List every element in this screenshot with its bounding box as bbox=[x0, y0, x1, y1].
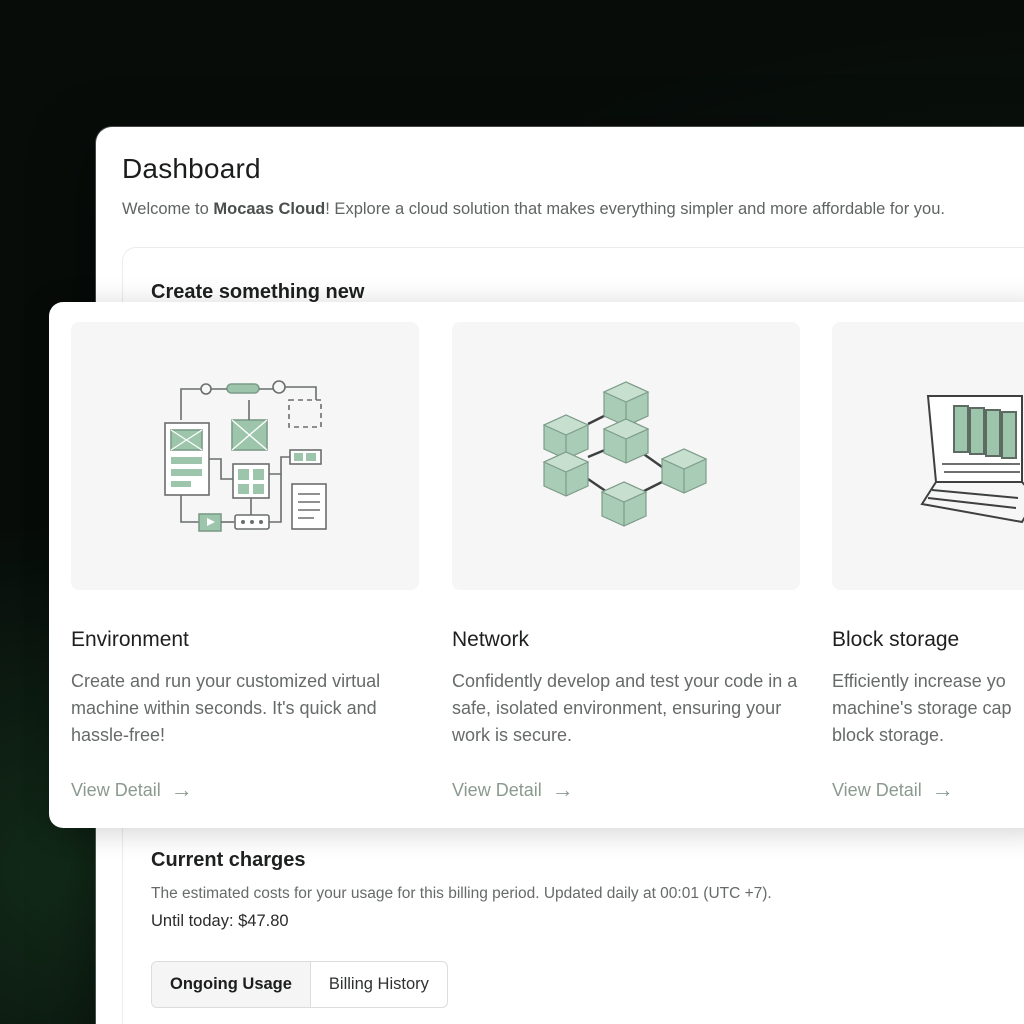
arrow-right-icon: → bbox=[931, 776, 954, 802]
card-network[interactable]: Network Confidently develop and test you… bbox=[452, 322, 800, 812]
charges-tabs: Ongoing Usage Billing History bbox=[151, 961, 448, 1008]
page-title: Dashboard bbox=[122, 153, 261, 184]
welcome-suffix: ! Explore a cloud solution that makes ev… bbox=[325, 200, 945, 218]
charges-description: The estimated costs for your usage for t… bbox=[151, 885, 772, 902]
arrow-right-icon: → bbox=[551, 776, 574, 802]
card-block-storage[interactable]: Block storage Efficiently increase yo ma… bbox=[832, 322, 1024, 812]
card-title: Network bbox=[452, 628, 530, 651]
arrow-right-icon: → bbox=[170, 776, 193, 802]
tab-ongoing-usage[interactable]: Ongoing Usage bbox=[152, 962, 311, 1007]
card-environment[interactable]: Environment Create and run your customiz… bbox=[71, 322, 419, 812]
card-thumbnail-block-storage bbox=[832, 322, 1024, 590]
brand-name: Mocaas Cloud bbox=[213, 200, 326, 218]
workflow-diagram-icon bbox=[164, 380, 327, 532]
card-description: Confidently develop and test your code i… bbox=[452, 671, 798, 745]
welcome-message: Welcome to Mocaas Cloud! Explore a cloud… bbox=[122, 200, 1022, 219]
card-thumbnail-network bbox=[452, 322, 800, 590]
view-detail-label: View Detail bbox=[452, 780, 542, 800]
view-detail-label: View Detail bbox=[71, 780, 161, 800]
card-title: Environment bbox=[71, 628, 189, 651]
view-detail-link-network[interactable]: View Detail → bbox=[452, 776, 574, 802]
card-description: Create and run your customized virtual m… bbox=[71, 671, 381, 745]
welcome-prefix: Welcome to bbox=[122, 200, 214, 218]
view-detail-link-environment[interactable]: View Detail → bbox=[71, 776, 193, 802]
linked-blocks-icon bbox=[543, 381, 707, 527]
view-detail-label: View Detail bbox=[832, 780, 922, 800]
card-description: Efficiently increase yo machine's storag… bbox=[832, 671, 1012, 745]
card-thumbnail-environment bbox=[71, 322, 419, 590]
section-title-create: Create something new bbox=[151, 281, 365, 303]
view-detail-link-block-storage[interactable]: View Detail → bbox=[832, 776, 954, 802]
tab-billing-history[interactable]: Billing History bbox=[311, 962, 447, 1007]
current-charges-title: Current charges bbox=[151, 849, 306, 871]
charges-until-today: Until today: $47.80 bbox=[151, 912, 289, 930]
laptop-storage-icon bbox=[920, 395, 1024, 524]
card-title: Block storage bbox=[832, 628, 960, 651]
